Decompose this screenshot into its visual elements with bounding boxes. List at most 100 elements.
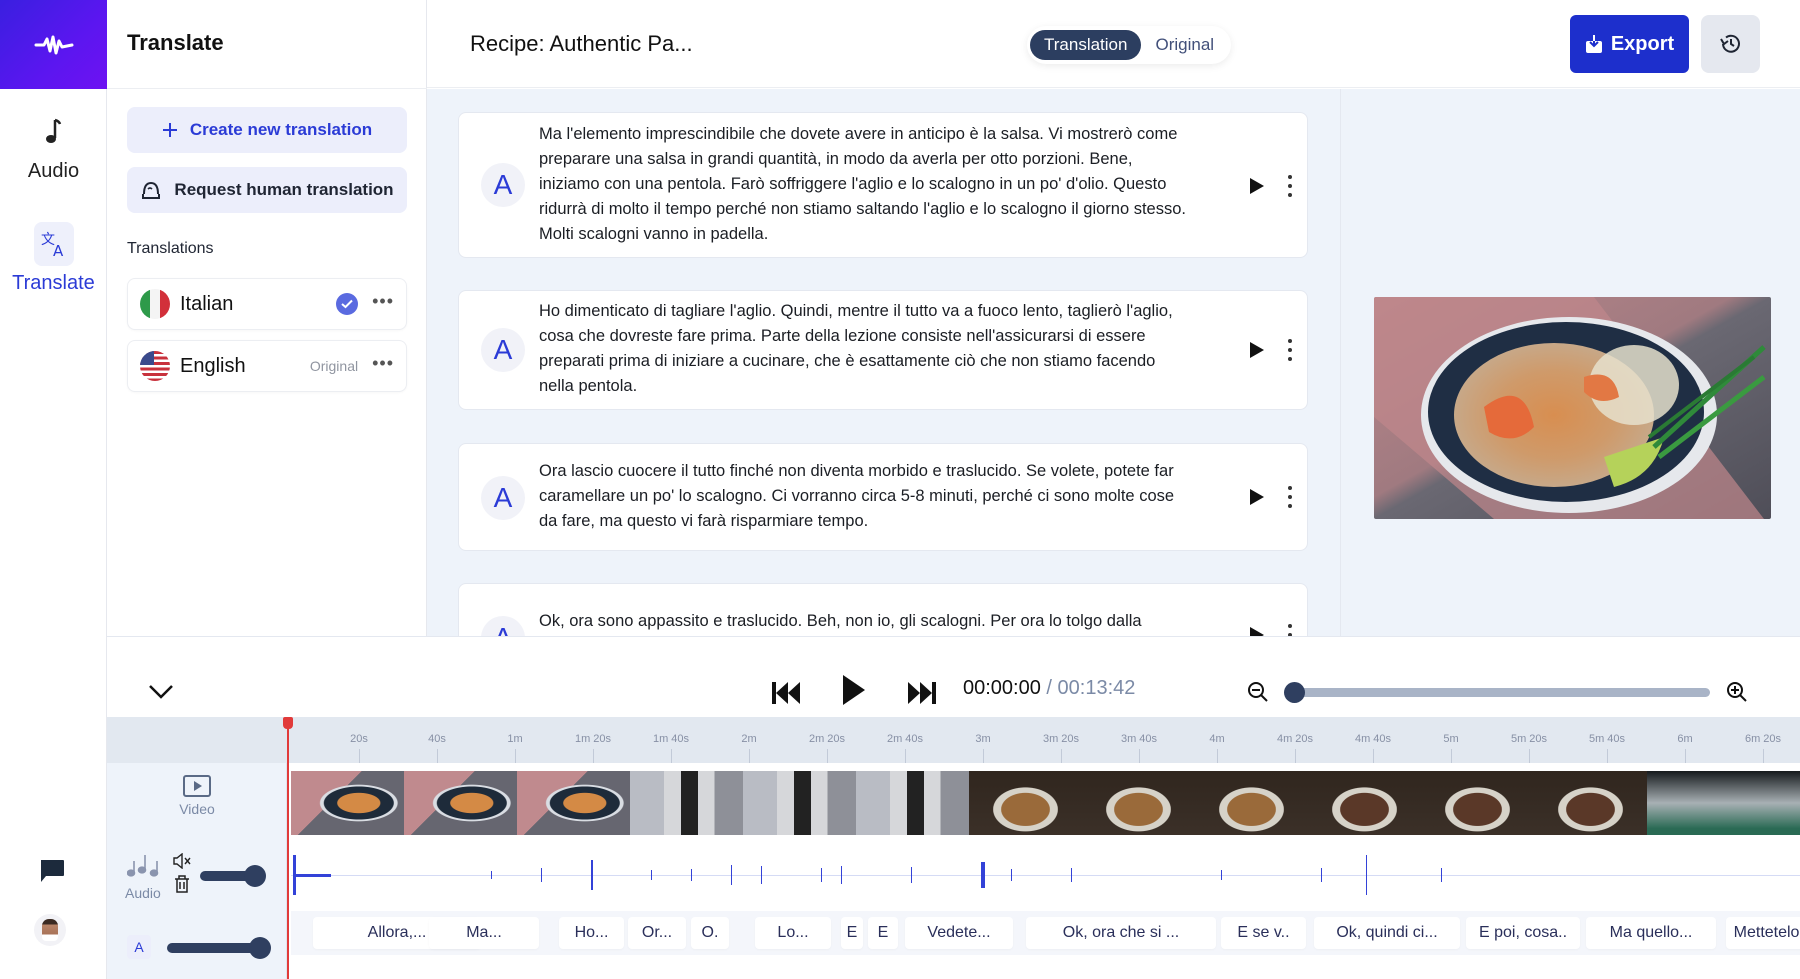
subtitle-track[interactable]: Allora,... Ma... Ho... Or... O. Lo... E E Vedete…: [291, 911, 1800, 955]
history-button[interactable]: [1701, 15, 1760, 73]
zoom-out-icon[interactable]: [1247, 681, 1269, 703]
subtitle-chip[interactable]: Or...: [628, 917, 686, 949]
subtitle-chip[interactable]: Ma quello...: [1586, 917, 1716, 949]
time-ruler[interactable]: 20s 40s 1m 1m 20s 1m 40s 2m 2m 20s 2m 40s 3m 3m 2…: [287, 717, 1800, 763]
waveform-mark: [1011, 869, 1012, 881]
skip-back-icon[interactable]: [771, 677, 801, 709]
music-note-icon: [45, 118, 61, 143]
rail-item-audio[interactable]: Audio: [0, 110, 107, 183]
rail-item-translate[interactable]: 文 A Translate: [0, 222, 107, 295]
ruler-tick-label: 2m 40s: [886, 733, 924, 745]
time-readout: 00:00:00 / 00:13:42: [963, 677, 1135, 700]
more-options-icon[interactable]: •••: [372, 354, 394, 378]
play-icon[interactable]: [1249, 177, 1265, 195]
toggle-translation[interactable]: Translation: [1030, 30, 1142, 60]
play-icon[interactable]: [1249, 626, 1265, 636]
subtitle-volume-slider[interactable]: [167, 937, 271, 959]
play-icon[interactable]: [842, 674, 866, 706]
export-download-icon: [1585, 35, 1602, 53]
ruler-tick-label: 1m: [507, 733, 523, 745]
view-toggle: Translation Original: [1027, 26, 1232, 64]
segment-card[interactable]: A Ora lascio cuocere il tutto finché non…: [458, 443, 1308, 551]
segment-card[interactable]: A Ma l'elemento imprescindibile che dove…: [458, 112, 1308, 258]
subtitle-chip[interactable]: Lo...: [755, 917, 831, 949]
translations-heading: Translations: [127, 240, 214, 257]
audio-track[interactable]: [291, 843, 1800, 907]
app-root: Audio 文 A Translate Translate Create new…: [0, 0, 1800, 979]
more-vertical-icon[interactable]: [1285, 339, 1295, 361]
current-time: 00:00:00: [963, 677, 1041, 699]
ruler-tick-label: 5m: [1443, 733, 1459, 745]
subtitle-chip[interactable]: E: [868, 917, 898, 949]
ruler-tick-label: 4m 20s: [1276, 733, 1314, 745]
speaker-avatar: A: [481, 163, 525, 207]
video-thumbnail: [969, 771, 1082, 835]
panel-title: Translate: [127, 30, 224, 55]
zoom-slider[interactable]: [1284, 682, 1710, 703]
language-row-english[interactable]: English Original •••: [127, 340, 407, 392]
subtitle-chip[interactable]: Mettetelo..: [1726, 917, 1800, 949]
chat-icon[interactable]: [38, 858, 66, 884]
subtitle-chip[interactable]: O.: [691, 917, 729, 949]
subtitle-chip[interactable]: Ok, quindi ci...: [1314, 917, 1460, 949]
mute-icon[interactable]: [172, 853, 192, 869]
ruler-tick-label: 20s: [350, 733, 368, 745]
more-vertical-icon[interactable]: [1285, 175, 1295, 197]
slider-thumb[interactable]: [249, 937, 271, 959]
left-rail: Audio 文 A Translate: [0, 0, 107, 979]
waveform-mark: [691, 869, 692, 881]
zoom-in-icon[interactable]: [1726, 681, 1748, 703]
language-row-italian[interactable]: Italian •••: [127, 278, 407, 330]
video-thumbnail: [1195, 771, 1308, 835]
segment-text[interactable]: Ma l'elemento imprescindibile che dovete…: [539, 122, 1189, 247]
zoom-slider-thumb[interactable]: [1284, 682, 1305, 703]
slider-thumb[interactable]: [244, 865, 266, 887]
subtitle-chip[interactable]: E poi, cosa..: [1466, 917, 1580, 949]
toggle-original[interactable]: Original: [1141, 30, 1228, 60]
subtitle-chip[interactable]: Ho...: [559, 917, 624, 949]
playhead[interactable]: [283, 717, 293, 979]
speaker-avatar: A: [481, 476, 525, 520]
app-logo[interactable]: [0, 0, 107, 89]
more-vertical-icon[interactable]: [1285, 624, 1295, 636]
segment-text[interactable]: Ora lascio cuocere il tutto finché non d…: [539, 459, 1189, 534]
create-translation-button[interactable]: Create new translation: [127, 107, 407, 153]
play-icon[interactable]: [1249, 341, 1265, 359]
trash-icon[interactable]: [174, 875, 190, 893]
waveform-mark: [731, 865, 732, 885]
video-track[interactable]: [291, 771, 1800, 835]
skip-forward-icon[interactable]: [907, 677, 937, 709]
subtitle-chip[interactable]: Ok, ora che si ...: [1026, 917, 1216, 949]
subtitle-chip[interactable]: Ma...: [429, 917, 539, 949]
svg-text:A: A: [53, 242, 64, 259]
video-preview-image[interactable]: [1374, 297, 1771, 519]
segment-card[interactable]: A Ho dimenticato di tagliare l'aglio. Qu…: [458, 290, 1308, 410]
total-time: 00:13:42: [1057, 677, 1136, 699]
chevron-down-icon[interactable]: [147, 681, 175, 701]
more-vertical-icon[interactable]: [1285, 486, 1295, 508]
subtitle-chip[interactable]: Vedete...: [905, 917, 1013, 949]
waveform-mark: [491, 871, 492, 879]
segment-text[interactable]: Ho dimenticato di tagliare l'aglio. Quin…: [539, 299, 1189, 399]
ruler-tick-label: 6m 20s: [1744, 733, 1782, 745]
request-human-translation-button[interactable]: Request human translation: [127, 167, 407, 213]
more-options-icon[interactable]: •••: [372, 292, 394, 316]
playhead-handle[interactable]: [283, 717, 293, 729]
subtitle-chip[interactable]: E: [841, 917, 863, 949]
track-labels: Video Audio A: [107, 717, 287, 979]
waveform-mark: [1441, 868, 1442, 882]
ruler-tick-label: 4m: [1209, 733, 1225, 745]
top-header: Recipe: Authentic Pa... Translation Orig…: [427, 0, 1800, 88]
segment-card[interactable]: A Ok, ora sono appassito e traslucido. B…: [458, 583, 1308, 636]
audio-volume-slider[interactable]: [200, 865, 266, 887]
export-button[interactable]: Export: [1570, 15, 1689, 73]
plus-icon: [162, 123, 177, 137]
user-avatar[interactable]: [34, 914, 66, 946]
segment-text[interactable]: Ok, ora sono appassito e traslucido. Beh…: [539, 609, 1189, 634]
subtitle-chip[interactable]: E se v..: [1221, 917, 1306, 949]
timeline-panel: 00:00:00 / 00:13:42 Video Audio A 20s 40…: [107, 636, 1800, 979]
ruler-tick-label: 1m 40s: [652, 733, 690, 745]
translate-icon: 文 A: [41, 232, 64, 259]
video-thumbnail: [517, 771, 630, 835]
play-icon[interactable]: [1249, 488, 1265, 506]
